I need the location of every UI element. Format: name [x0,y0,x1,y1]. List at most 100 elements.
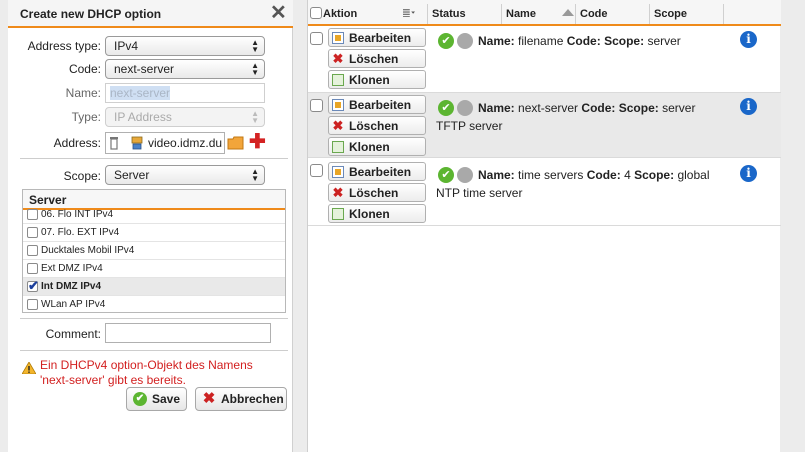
clone-button[interactable]: Klonen [328,70,426,89]
name-value: next-server [110,86,171,100]
column-header-name[interactable]: Name [506,8,536,20]
row-checkbox[interactable] [310,164,323,177]
scope-select[interactable]: Server ▲ ▼ [105,165,265,185]
edit-button[interactable]: Bearbeiten [328,95,426,114]
edit-button[interactable]: Bearbeiten [328,28,426,47]
code-field-label: Code: [581,101,616,115]
info-icon[interactable]: i [740,165,757,182]
trash-icon[interactable] [109,136,119,150]
close-icon[interactable]: ✕ [270,2,288,24]
row-summary: Name: time servers Code: 4 Scope: global… [436,166,736,202]
edit-button-label: Bearbeiten [349,164,412,179]
name-field-label: Name: [478,34,515,48]
column-header-scope[interactable]: Scope [654,8,687,20]
address-value: video.idmz.du [148,136,223,150]
folder-icon[interactable] [227,136,244,150]
scope-label: Scope: [63,169,101,183]
column-header-code[interactable]: Code [580,8,608,20]
divider [20,158,288,159]
warning-icon [22,362,36,374]
server-item-label: WLan AP IPv4 [41,299,106,310]
column-header-aktion[interactable]: Aktion [323,8,357,20]
server-checkbox[interactable] [27,245,38,256]
column-separator [649,4,650,24]
type-select[interactable]: IP Address ▲ ▼ [105,107,265,127]
server-item-label: Int DMZ IPv4 [41,281,102,292]
server-item[interactable]: Ducktales Mobil IPv4 [23,242,285,260]
row-checkbox[interactable] [310,32,323,45]
scope-field-label: Scope: [604,34,645,48]
table-row: Bearbeiten ✖ Löschen Klonen ✔ Name: next-… [308,93,781,158]
delete-button[interactable]: ✖ Löschen [328,49,426,68]
server-item-label: 07. Flo. EXT IPv4 [41,227,120,238]
row-scope: server [647,34,681,48]
comment-field[interactable] [105,323,271,343]
clone-button[interactable]: Klonen [328,204,426,223]
x-icon: ✖ [332,117,344,133]
row-scope: server [662,101,696,115]
server-item-label: Ext DMZ IPv4 [41,263,103,274]
server-list-box[interactable]: Server 06. Flo INT IPv4 07. Flo. EXT IPv… [22,189,286,313]
name-field[interactable]: next-server [105,83,265,103]
type-label: Type: [71,110,101,124]
x-icon: ✖ [332,50,344,66]
network-object-icon [131,136,143,150]
select-all-checkbox[interactable] [310,7,322,19]
row-checkbox[interactable] [310,99,323,112]
select-arrows-icon: ▲ ▼ [251,61,259,77]
clone-button-label: Klonen [349,72,390,87]
server-item-selected[interactable]: Int DMZ IPv4 [23,278,285,296]
address-type-select[interactable]: IPv4 ▲ ▼ [105,36,265,56]
info-icon[interactable]: i [740,98,757,115]
divider [20,350,288,351]
row-code: 4 [624,168,631,182]
server-item[interactable]: 06. Flo INT IPv4 [23,206,285,224]
x-icon: ✖ [202,390,216,407]
code-select[interactable]: next-server ▲ ▼ [105,59,265,79]
scope-field-label: Scope: [634,168,675,182]
save-button[interactable]: ✔ Save [126,387,187,411]
server-checkbox[interactable] [27,209,38,220]
row-summary: Name: filename Code: Scope: server [436,32,736,50]
clone-button[interactable]: Klonen [328,137,426,156]
name-field-label: Name: [478,101,515,115]
row-comment: NTP time server [436,186,523,200]
server-checkbox[interactable] [27,299,38,310]
column-menu-icon[interactable] [403,8,415,18]
edit-button[interactable]: Bearbeiten [328,162,426,181]
server-checkbox-checked[interactable] [27,278,39,294]
server-checkbox[interactable] [27,227,38,238]
clone-icon [332,140,344,153]
delete-button-label: Löschen [349,51,399,66]
panel-header: Create new DHCP option ✕ [8,0,293,28]
panel-splitter[interactable] [293,0,307,452]
server-item[interactable]: 07. Flo. EXT IPv4 [23,224,285,242]
address-type-value: IPv4 [114,39,139,53]
name-field-label: Name: [478,168,515,182]
clone-button-label: Klonen [349,206,390,221]
clone-button-label: Klonen [349,139,390,154]
delete-button[interactable]: ✖ Löschen [328,116,426,135]
cancel-button[interactable]: ✖ Abbrechen [195,387,287,411]
delete-button[interactable]: ✖ Löschen [328,183,426,202]
column-header-status[interactable]: Status [432,8,466,20]
code-field-label: Code: [566,34,601,48]
server-item[interactable]: WLan AP IPv4 [23,296,285,312]
table-header: Aktion Status Name Code Scope [308,0,781,26]
delete-button-label: Löschen [349,118,399,133]
clone-icon [332,73,344,86]
server-item[interactable]: Ext DMZ IPv4 [23,260,285,278]
plus-icon[interactable]: ✚ [249,132,266,152]
save-button-label: Save [152,392,181,406]
address-drop-field[interactable]: video.idmz.du [105,132,225,154]
create-dhcp-option-panel: Create new DHCP option ✕ Address type: I… [8,0,293,452]
scope-value: Server [114,168,150,182]
row-name: time servers [518,168,584,182]
column-separator [501,4,502,24]
server-checkbox[interactable] [27,263,38,274]
select-arrows-icon: ▲ ▼ [251,167,259,183]
edit-button-label: Bearbeiten [349,97,412,112]
table-row: Bearbeiten ✖ Löschen Klonen ✔ Name: time … [308,158,781,226]
server-item-label: Ducktales Mobil IPv4 [41,245,135,256]
info-icon[interactable]: i [740,31,757,48]
